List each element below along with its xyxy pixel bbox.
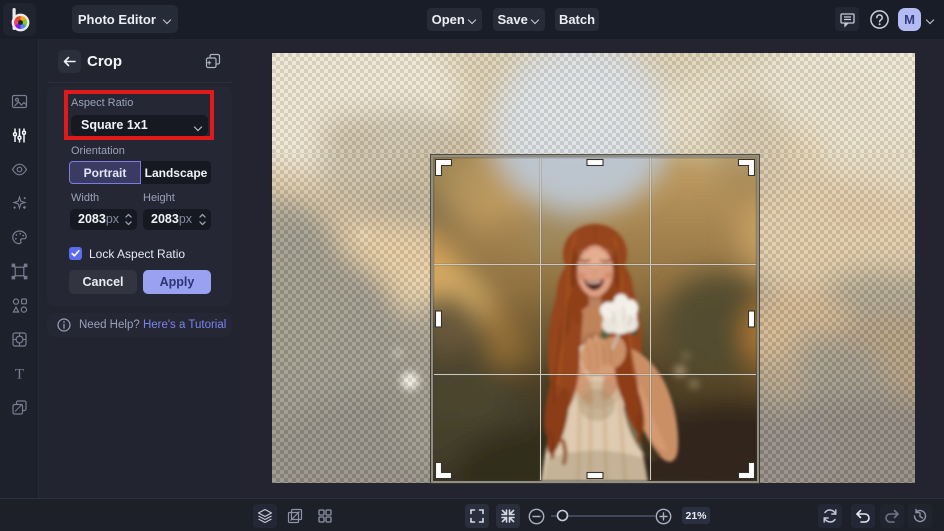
svg-text:T: T xyxy=(15,366,24,382)
